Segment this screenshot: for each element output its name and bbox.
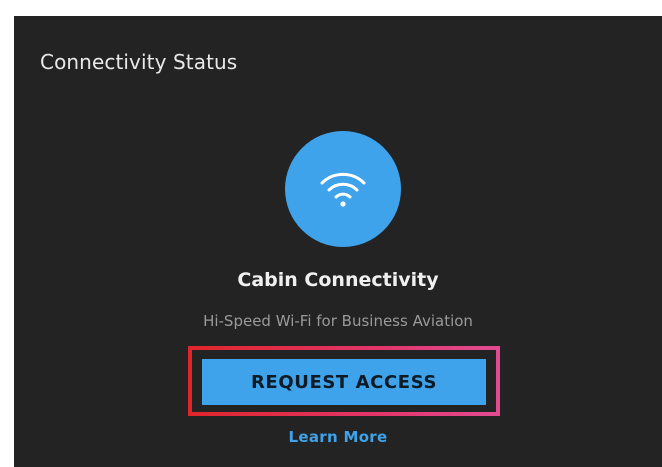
learn-more-link[interactable]: Learn More	[14, 428, 662, 446]
wifi-icon-badge	[285, 131, 401, 247]
request-access-button[interactable]: REQUEST ACCESS	[202, 359, 486, 405]
connectivity-status-card: Connectivity Status Cabin Connectivity H…	[14, 16, 662, 467]
product-subtitle: Hi-Speed Wi-Fi for Business Aviation	[203, 312, 473, 330]
wifi-icon	[320, 172, 366, 207]
product-title: Cabin Connectivity	[237, 269, 439, 291]
card-title: Connectivity Status	[40, 50, 238, 74]
